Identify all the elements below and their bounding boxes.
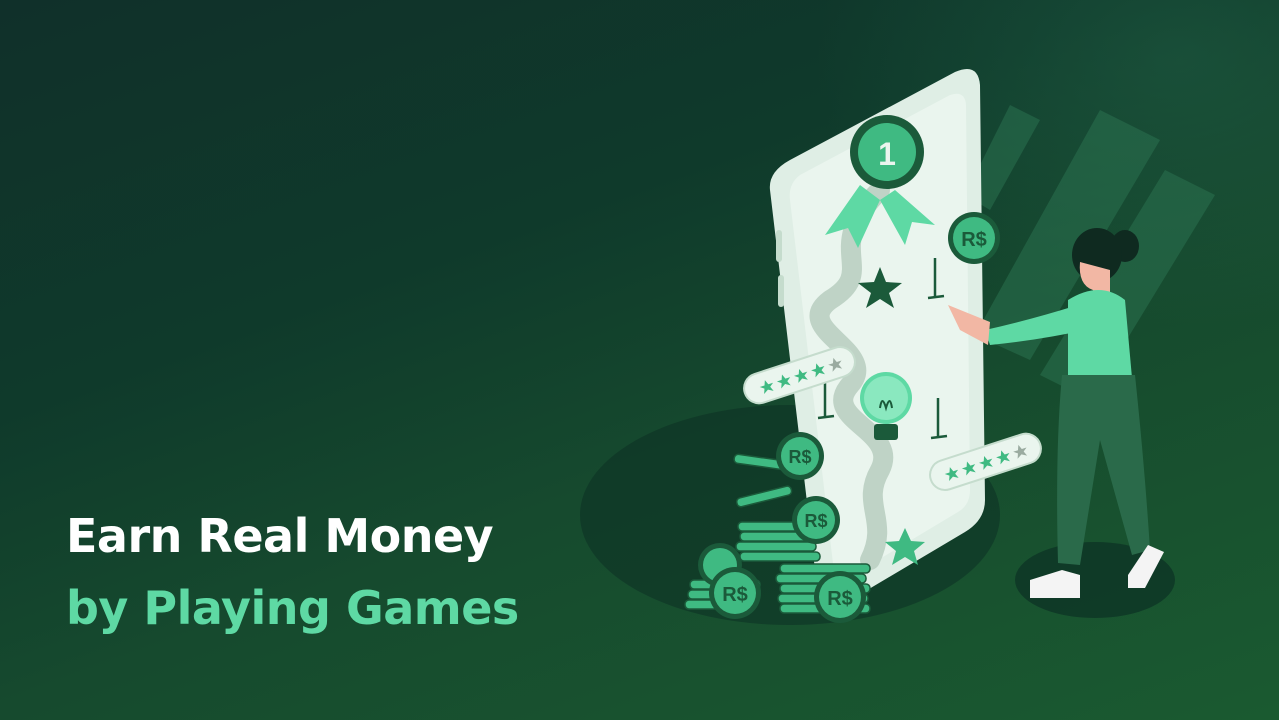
svg-text:R$: R$ — [722, 584, 748, 606]
hero-illustration: 1 R$ R$ R$ R$ R$ — [580, 68, 1215, 625]
coin-icon: R$ — [709, 567, 761, 619]
svg-text:R$: R$ — [804, 511, 827, 531]
svg-text:R$: R$ — [961, 229, 987, 251]
coin-icon: R$ — [792, 496, 840, 544]
svg-text:R$: R$ — [827, 588, 853, 610]
headline-line-2: by Playing Games — [66, 581, 519, 635]
hero-headline: Earn Real Money by Playing Games — [66, 500, 519, 644]
rank-badge-number: 1 — [878, 136, 896, 172]
coin-icon: R$ — [776, 432, 824, 480]
svg-text:R$: R$ — [788, 447, 811, 467]
coin-icon: R$ — [814, 571, 866, 623]
headline-line-1: Earn Real Money — [66, 509, 494, 563]
coin-icon: R$ — [948, 212, 1000, 264]
